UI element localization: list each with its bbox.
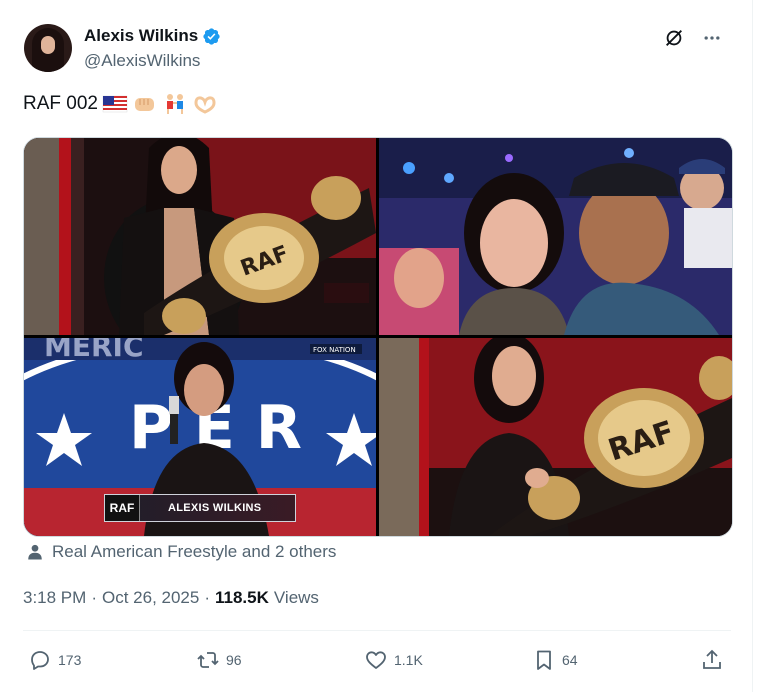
photo-1[interactable]: RAF: [24, 138, 376, 335]
grok-icon: [666, 30, 682, 46]
bookmark-count: 64: [562, 652, 578, 668]
tagged-people[interactable]: Real American Freestyle and 2 others: [26, 542, 336, 562]
reply-icon: [31, 651, 49, 670]
tweet-meta: 3:18 PM · Oct 26, 2025 · 118.5K Views: [23, 588, 319, 608]
photo-4[interactable]: RAF: [379, 338, 732, 536]
divider: [23, 630, 731, 631]
like-button[interactable]: 1.1K: [364, 648, 423, 672]
tweet-text-content: RAF 002: [23, 93, 98, 114]
like-icon: [366, 651, 386, 669]
author-name[interactable]: Alexis Wilkins: [84, 26, 198, 46]
avatar-face: [41, 36, 55, 54]
tweet-date[interactable]: Oct 26, 2025: [102, 588, 199, 608]
fox-nation-watermark: FOX NATION: [313, 346, 356, 354]
tagged-text: Real American Freestyle and 2 others: [52, 542, 337, 561]
tweet-time[interactable]: 3:18 PM: [23, 588, 86, 608]
bookmark-button[interactable]: 64: [532, 648, 578, 672]
share-icon: [703, 649, 721, 669]
like-count: 1.1K: [394, 652, 423, 668]
retweet-icon: [197, 652, 219, 668]
tweet-card: Alexis Wilkins @AlexisWilkins RAF 002 RA…: [0, 0, 753, 692]
views-label: Views: [273, 588, 319, 607]
reply-button[interactable]: 173: [28, 648, 81, 672]
views-count: 118.5K: [215, 588, 269, 607]
meta-separator-2: ·: [204, 588, 210, 607]
more-icon: [704, 36, 720, 40]
lower-third-name: ALEXIS WILKINS: [168, 502, 262, 514]
repost-count: 96: [226, 652, 242, 668]
repost-button[interactable]: 96: [196, 648, 242, 672]
svg-text:MERIC: MERIC: [44, 338, 144, 363]
avatar[interactable]: [24, 24, 72, 72]
author-handle[interactable]: @AlexisWilkins: [84, 51, 200, 71]
bookmark-icon: [537, 650, 551, 670]
meta-separator: ·: [91, 588, 97, 607]
share-button[interactable]: [700, 648, 724, 672]
header-actions: [662, 26, 724, 50]
grok-button[interactable]: [662, 26, 686, 50]
us-flag-emoji: [102, 95, 128, 113]
oncoming-fist-emoji: [134, 98, 154, 111]
media-grid: RAF MERIC P E R FOX NATION RAF ALEXIS WI…: [23, 137, 733, 537]
tweet-text: RAF 002: [23, 93, 218, 115]
verified-badge-icon: [203, 27, 220, 45]
more-button[interactable]: [700, 26, 724, 50]
lower-third-logo: RAF: [105, 495, 140, 521]
author-name-row: Alexis Wilkins: [84, 26, 221, 46]
action-bar: 173 96 1.1K 64: [0, 648, 752, 674]
lower-third: RAF ALEXIS WILKINS: [104, 494, 296, 522]
photo-2[interactable]: [379, 138, 732, 335]
photo-3[interactable]: MERIC P E R FOX NATION RAF ALEXIS WILKIN…: [24, 338, 376, 536]
heart-hands-emoji: [194, 96, 216, 114]
person-icon: [28, 544, 42, 560]
people-wrestling-emoji: [166, 94, 183, 114]
reply-count: 173: [58, 652, 82, 668]
